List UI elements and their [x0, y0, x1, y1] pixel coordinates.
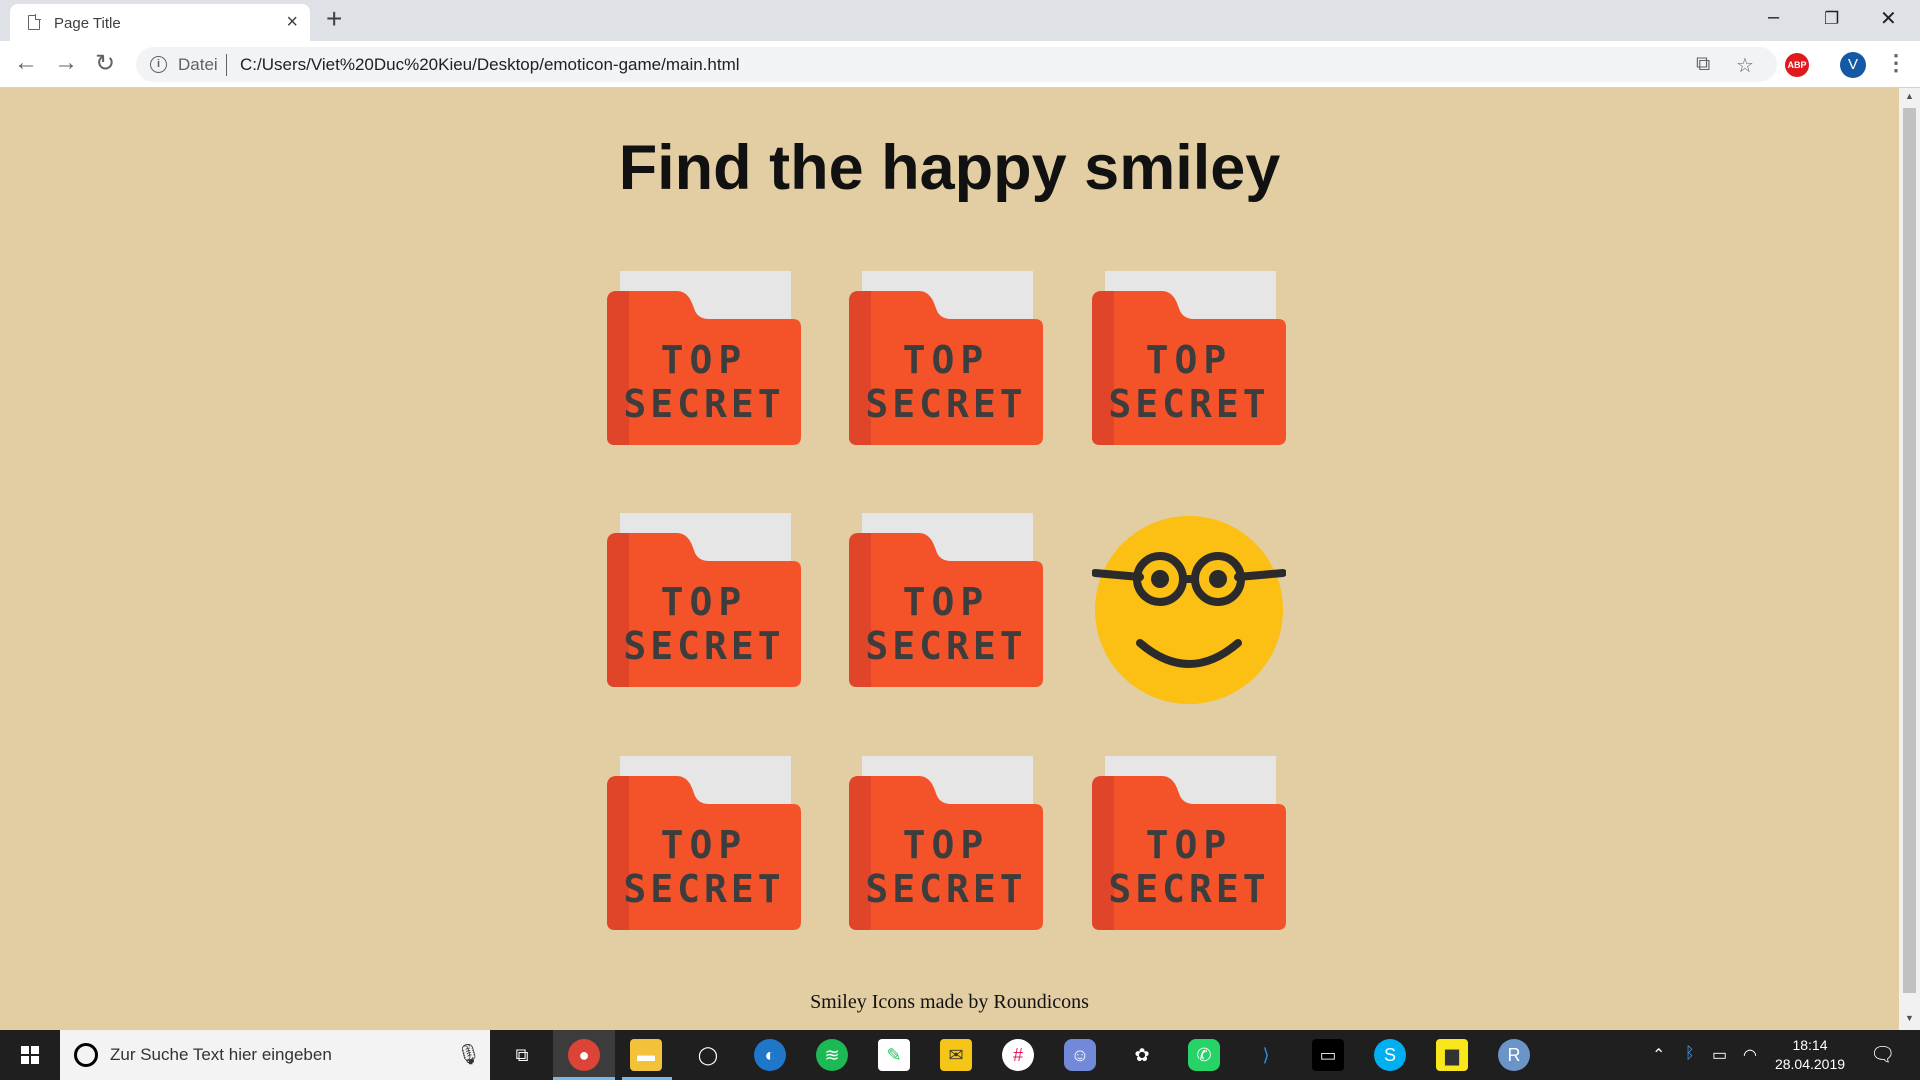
windows-logo-icon: [21, 1046, 39, 1064]
scroll-thumb[interactable]: [1903, 108, 1916, 993]
secret-folder-card[interactable]: TOP SECRET: [849, 271, 1043, 465]
page-title: Find the happy smiley: [618, 133, 1281, 203]
discord-icon[interactable]: ☺: [1064, 1039, 1096, 1071]
secret-folder-card[interactable]: TOP SECRET: [607, 271, 801, 465]
folder-label-top: TOP: [903, 338, 990, 382]
folder-label-bottom: SECRET: [623, 624, 784, 668]
scrollbar[interactable]: ▲ ▼: [1899, 88, 1920, 1030]
document-icon: [28, 14, 41, 30]
skype-icon[interactable]: S: [1374, 1039, 1406, 1071]
top-secret-folder-icon: TOP SECRET: [849, 756, 1043, 930]
notification-icon[interactable]: 🗨: [1870, 1042, 1895, 1067]
url-scheme: Datei: [178, 55, 218, 74]
top-secret-folder-icon: TOP SECRET: [1092, 756, 1286, 930]
folder-label-top: TOP: [903, 580, 990, 624]
tab-bar: Page Title × + – ❐ ✕: [0, 0, 1920, 41]
system-clock[interactable]: 18:14 28.04.2019: [1772, 1036, 1848, 1074]
secret-folder-card[interactable]: TOP SECRET: [1092, 756, 1286, 950]
new-tab-button[interactable]: +: [326, 3, 342, 35]
page-viewport: Find the happy smiley TOP SECRET TOP SEC…: [0, 88, 1899, 1030]
folder-label-top: TOP: [661, 823, 748, 867]
sticky-notes-icon[interactable]: ▆: [1436, 1039, 1468, 1071]
info-icon[interactable]: i: [150, 56, 167, 73]
profile-avatar[interactable]: V: [1840, 52, 1866, 78]
chrome-icon[interactable]: ●: [568, 1039, 600, 1071]
folder-label-top: TOP: [903, 823, 990, 867]
url-text[interactable]: C:/Users/Viet%20Duc%20Kieu/Desktop/emoti…: [240, 55, 740, 75]
battery-icon[interactable]: ▭: [1712, 1045, 1727, 1065]
top-secret-folder-icon: TOP SECRET: [607, 271, 801, 445]
secret-folder-card[interactable]: TOP SECRET: [607, 513, 801, 707]
folder-label-bottom: SECRET: [865, 382, 1026, 426]
close-tab-icon[interactable]: ×: [286, 11, 298, 34]
clock-time: 18:14: [1792, 1037, 1828, 1053]
folder-label-bottom: SECRET: [865, 624, 1026, 668]
bluetooth-icon[interactable]: ᛒ: [1685, 1045, 1695, 1063]
top-secret-folder-icon: TOP SECRET: [849, 513, 1043, 687]
network-app-icon[interactable]: ◐: [754, 1039, 786, 1071]
forward-button[interactable]: →: [54, 49, 78, 77]
wifi-icon[interactable]: ◠: [1743, 1045, 1757, 1065]
top-secret-folder-icon: TOP SECRET: [607, 513, 801, 687]
r-app-icon[interactable]: R: [1498, 1039, 1530, 1071]
search-placeholder: Zur Suche Text hier eingeben: [110, 1045, 332, 1064]
top-secret-folder-icon: TOP SECRET: [1092, 271, 1286, 445]
vscode-icon[interactable]: ⟩: [1250, 1039, 1282, 1071]
dell-icon[interactable]: ◯: [692, 1039, 724, 1071]
folder-label-bottom: SECRET: [865, 867, 1026, 911]
task-view-icon[interactable]: ⧉: [506, 1039, 538, 1071]
browser-toolbar: ← → ↻ i Datei C:/Users/Viet%20Duc%20Kieu…: [0, 41, 1920, 88]
folder-label-top: TOP: [661, 338, 748, 382]
adblock-extension-icon[interactable]: ABP: [1785, 53, 1809, 77]
translate-icon[interactable]: ⧉: [1696, 53, 1710, 76]
start-button[interactable]: [0, 1030, 60, 1080]
top-secret-folder-icon: TOP SECRET: [607, 756, 801, 930]
folder-label-top: TOP: [1146, 338, 1233, 382]
top-secret-folder-icon: TOP SECRET: [849, 271, 1043, 445]
tray-overflow-icon[interactable]: ⌃: [1652, 1045, 1665, 1065]
browser-tab[interactable]: Page Title ×: [10, 4, 310, 41]
divider: [226, 54, 227, 76]
windows-taskbar: Zur Suche Text hier eingeben 🎙 ⧉ ● ▬ ◯ ◐ ≋ ✎ ✉ #…: [0, 1030, 1920, 1080]
folder-label-bottom: SECRET: [623, 867, 784, 911]
folder-label-bottom: SECRET: [623, 382, 784, 426]
back-button[interactable]: ←: [14, 49, 38, 77]
whatsapp-icon[interactable]: ✆: [1188, 1039, 1220, 1071]
paint-icon[interactable]: ✿: [1126, 1039, 1158, 1071]
secret-folder-card[interactable]: TOP SECRET: [607, 756, 801, 950]
slack-icon[interactable]: #: [1002, 1039, 1034, 1071]
bookmark-star-icon[interactable]: ☆: [1736, 53, 1754, 78]
mail-icon[interactable]: ✉: [940, 1039, 972, 1071]
smiley-card[interactable]: [1091, 513, 1287, 707]
cortana-icon: [74, 1043, 98, 1067]
microphone-icon[interactable]: 🎙: [456, 1042, 481, 1067]
scroll-up-arrow[interactable]: ▲: [1905, 91, 1914, 101]
smiley-glasses-icon: [1091, 516, 1287, 704]
scroll-down-arrow[interactable]: ▼: [1905, 1013, 1914, 1023]
secret-folder-card[interactable]: TOP SECRET: [849, 513, 1043, 707]
address-bar[interactable]: i Datei C:/Users/Viet%20Duc%20Kieu/Deskt…: [136, 47, 1777, 82]
minimize-button[interactable]: –: [1768, 6, 1779, 29]
restore-button[interactable]: ❐: [1824, 9, 1839, 29]
terminal-icon[interactable]: ▭: [1312, 1039, 1344, 1071]
taskbar-search[interactable]: Zur Suche Text hier eingeben 🎙: [60, 1030, 490, 1080]
folder-label-bottom: SECRET: [1108, 382, 1269, 426]
spotify-icon[interactable]: ≋: [816, 1039, 848, 1071]
file-explorer-icon[interactable]: ▬: [630, 1039, 662, 1071]
close-window-button[interactable]: ✕: [1880, 6, 1897, 31]
icon-credit: Smiley Icons made by Roundicons: [810, 991, 1089, 1013]
menu-icon[interactable]: ⋮: [1885, 50, 1907, 76]
clock-date: 28.04.2019: [1774, 1056, 1846, 1072]
evernote-icon[interactable]: ✎: [878, 1039, 910, 1071]
secret-folder-card[interactable]: TOP SECRET: [1092, 271, 1286, 465]
tab-title: Page Title: [54, 15, 121, 32]
folder-label-top: TOP: [661, 580, 748, 624]
folder-label-top: TOP: [1146, 823, 1233, 867]
folder-label-bottom: SECRET: [1108, 867, 1269, 911]
secret-folder-card[interactable]: TOP SECRET: [849, 756, 1043, 950]
reload-button[interactable]: ↻: [95, 49, 115, 78]
